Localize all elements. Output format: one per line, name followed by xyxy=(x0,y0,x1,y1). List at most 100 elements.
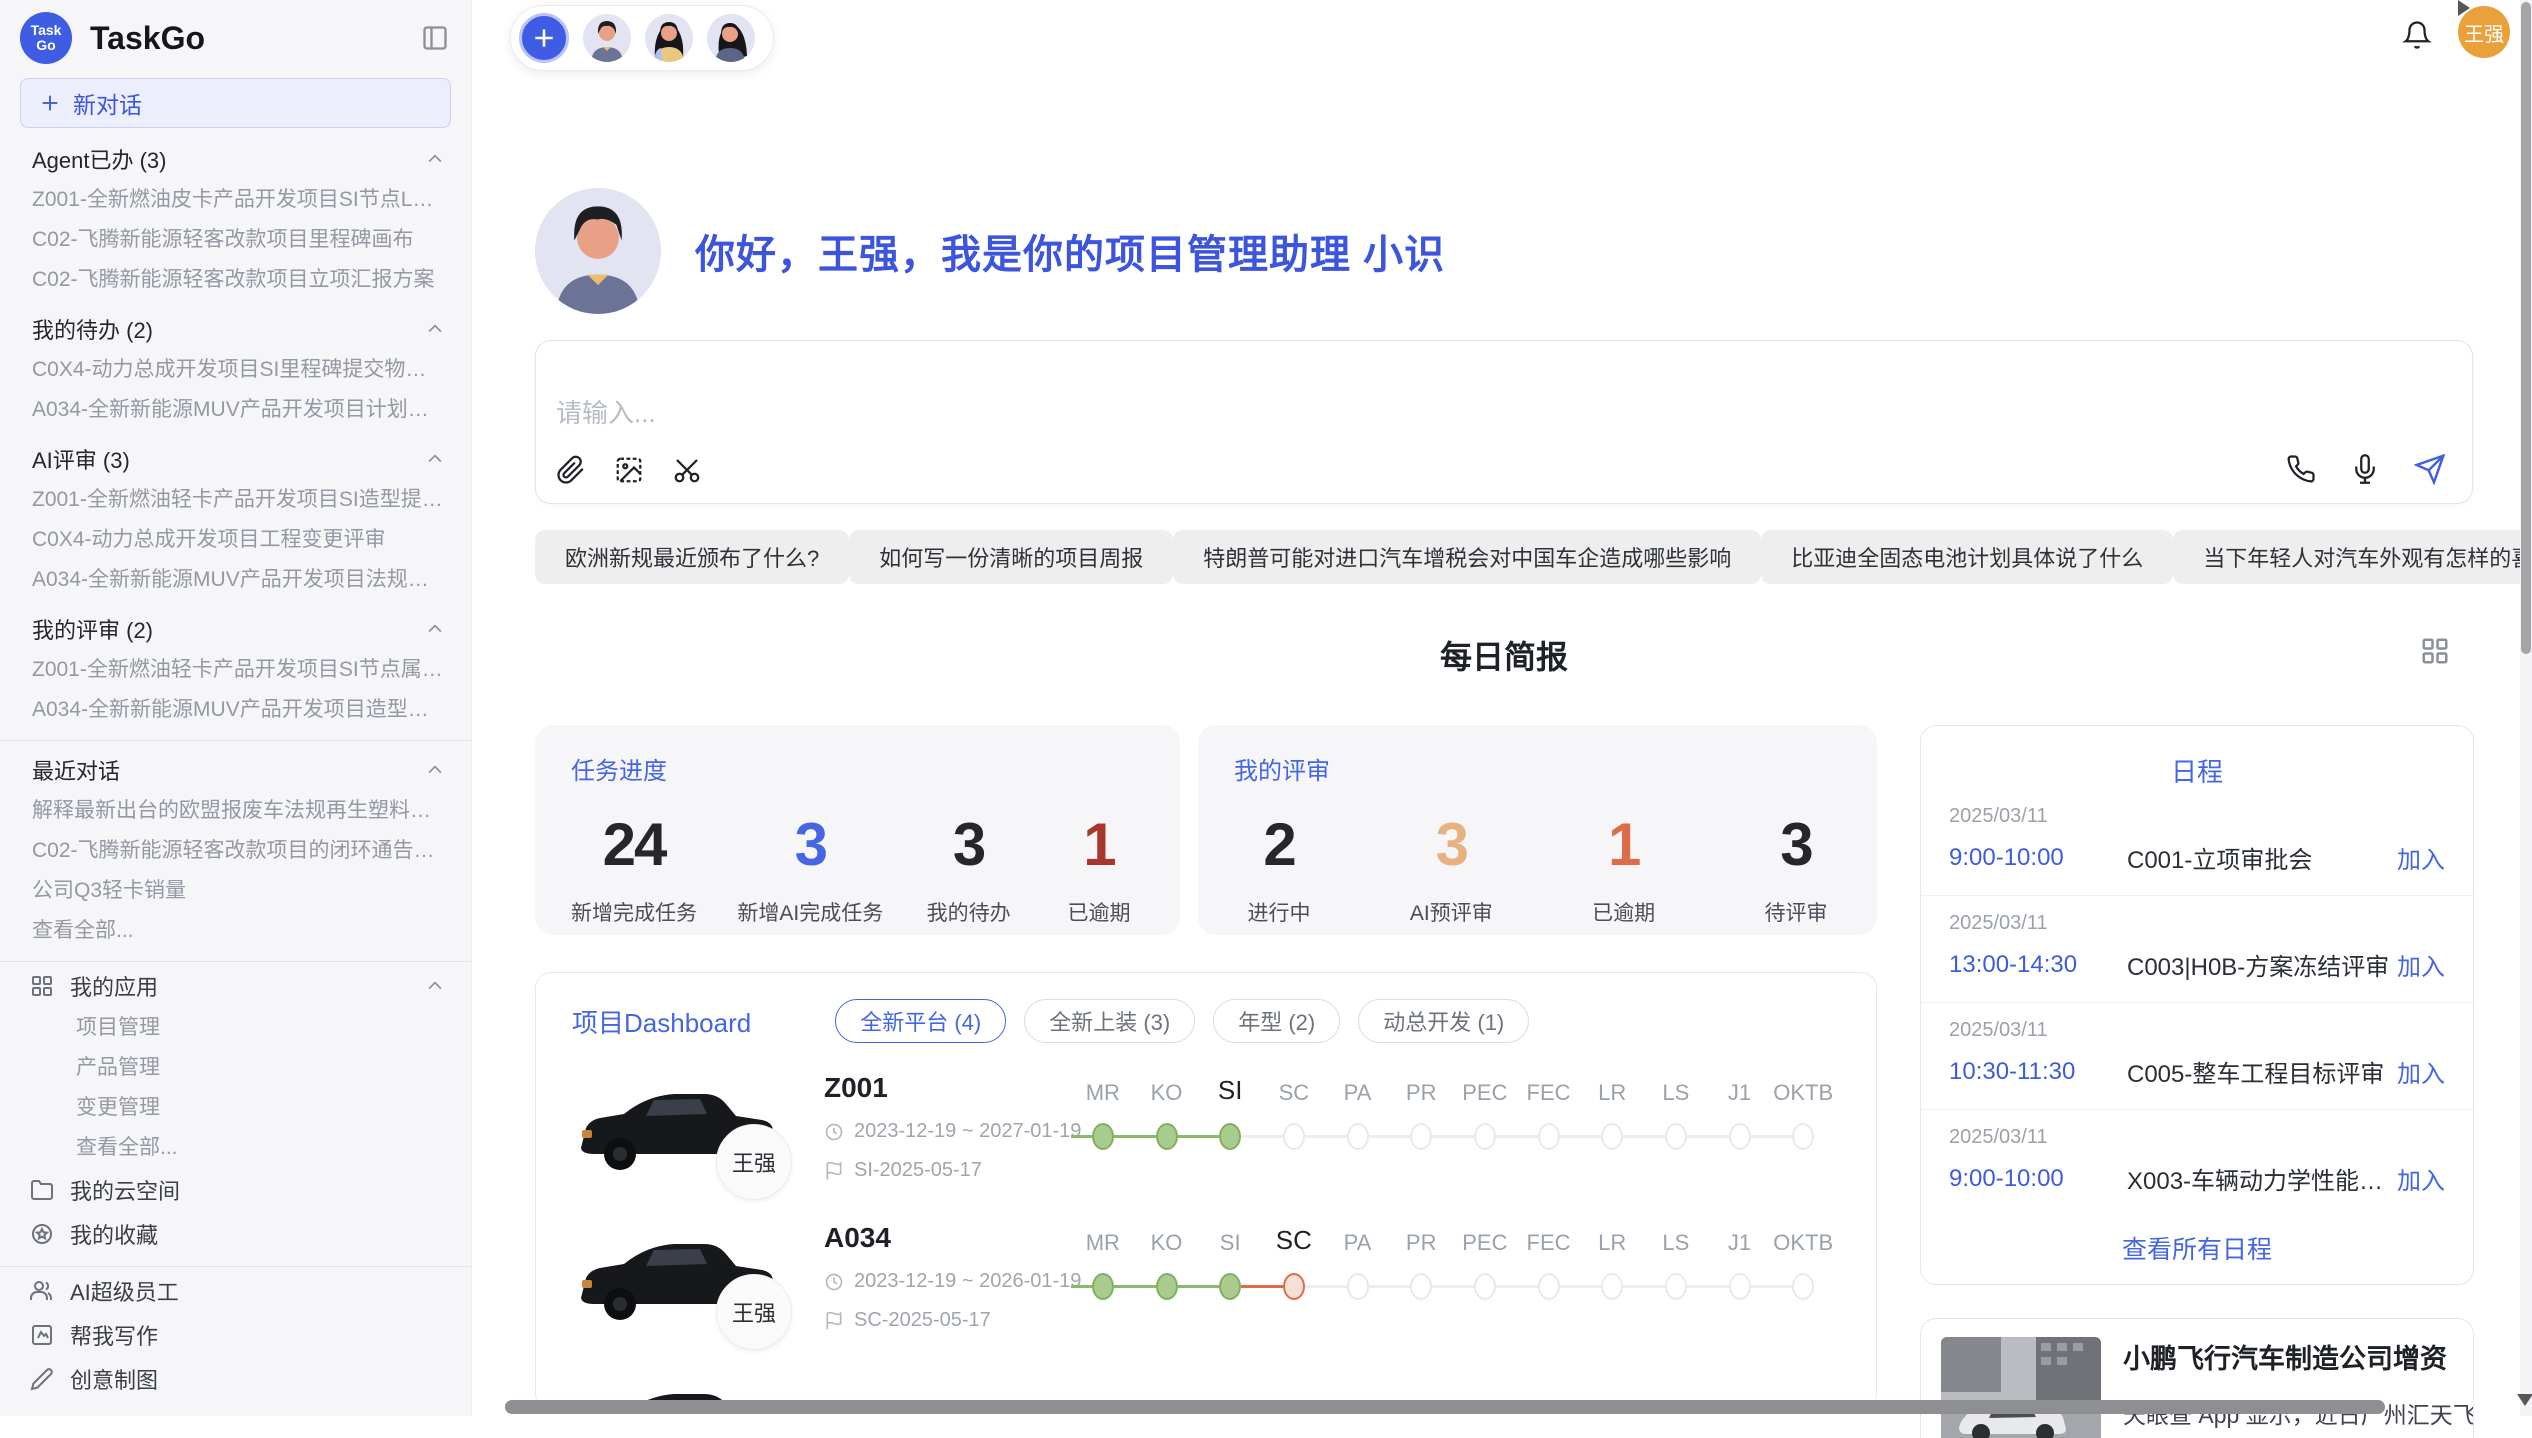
my-favorites-row[interactable]: 我的收藏 xyxy=(0,1212,471,1256)
sidebar-task-item[interactable]: C0X4-动力总成开发项目SI里程碑提交物检查 xyxy=(0,350,471,390)
member-avatar-1[interactable] xyxy=(583,14,631,62)
chevron-up-icon[interactable] xyxy=(425,149,445,169)
event-join-link[interactable]: 加入 xyxy=(2397,1161,2445,1196)
chevron-up-icon[interactable] xyxy=(425,619,445,639)
suggestion-chip[interactable]: 当下年轻人对汽车外观有怎样的喜好趋势 xyxy=(2173,530,2532,584)
milestone-label: SI xyxy=(1198,1222,1262,1266)
plus-icon xyxy=(531,25,557,51)
briefing-layout-icon[interactable] xyxy=(2420,636,2450,666)
sidebar-task-item[interactable]: A034-全新新能源MUV产品开发项目法规符合性评审 xyxy=(0,560,471,600)
suggestion-chip[interactable]: 如何写一份清晰的项目周报 xyxy=(849,530,1173,584)
event-join-link[interactable]: 加入 xyxy=(2397,1054,2445,1089)
phone-icon[interactable] xyxy=(2286,454,2316,484)
filter-tab[interactable]: 动总开发 (1) xyxy=(1358,999,1529,1043)
horizontal-scrollbar[interactable] xyxy=(505,1400,2480,1414)
sidebar-section-my-todo: 我的待办 (2) C0X4-动力总成开发项目SI里程碑提交物检查A034-全新新… xyxy=(0,308,471,430)
milestone-label: PR xyxy=(1389,1072,1453,1116)
sidebar-task-item[interactable]: Z001-全新燃油轻卡产品开发项目SI造型提交物评审 xyxy=(0,480,471,520)
help-me-write-row[interactable]: 帮我写作 xyxy=(0,1313,471,1357)
app-item[interactable]: 产品管理 xyxy=(0,1048,471,1088)
paperclip-icon[interactable] xyxy=(556,455,586,485)
milestone-label: PEC xyxy=(1453,1072,1517,1116)
chevron-up-icon[interactable] xyxy=(425,319,445,339)
section-header[interactable]: 最近对话 xyxy=(0,749,471,791)
horizontal-scrollbar-thumb[interactable] xyxy=(505,1400,2385,1414)
image-icon[interactable] xyxy=(614,455,644,485)
vertical-scrollbar-thumb[interactable] xyxy=(2521,2,2531,654)
creative-drawing-row[interactable]: 创意制图 xyxy=(0,1357,471,1401)
suggestion-chip[interactable]: 比亚迪全固态电池计划具体说了什么 xyxy=(1761,530,2173,584)
microphone-icon[interactable] xyxy=(2350,454,2380,484)
sidebar-task-item[interactable]: Z001-全新燃油皮卡产品开发项目SI节点Lesson Learn报告 xyxy=(0,180,471,220)
milestone: J1 xyxy=(1708,1072,1772,1156)
stat-block: 24 新增完成任务 xyxy=(571,810,697,927)
stat-block: 3 待评审 xyxy=(1751,810,1841,927)
filter-tab[interactable]: 全新上装 (3) xyxy=(1024,999,1195,1043)
milestone-label: FEC xyxy=(1517,1222,1581,1266)
recent-chat-item[interactable]: 查看全部... xyxy=(0,911,471,951)
sidebar-task-item[interactable]: Z001-全新燃油轻卡产品开发项目SI节点属性5D文件评审 xyxy=(0,650,471,690)
add-member-button[interactable] xyxy=(519,13,569,63)
filter-tab[interactable]: 全新平台 (4) xyxy=(835,999,1006,1043)
recent-chat-item[interactable]: 解释最新出台的欧盟报废车法规再生塑料比例被调至15%... xyxy=(0,791,471,831)
project-code: A034 xyxy=(824,1222,1081,1254)
sidebar-task-item[interactable]: C02-飞腾新能源轻客改款项目里程碑画布 xyxy=(0,220,471,260)
milestone: KO xyxy=(1135,1072,1199,1156)
event-name: X003-车辆动力学性能验... xyxy=(2127,1161,2397,1196)
stat-value: 2 xyxy=(1234,810,1324,879)
ai-super-staff-row[interactable]: AI超级员工 xyxy=(0,1269,471,1313)
section-header[interactable]: AI评审 (3) xyxy=(0,438,471,480)
app-item[interactable]: 变更管理 xyxy=(0,1088,471,1128)
view-all-schedule-link[interactable]: 查看所有日程 xyxy=(1921,1230,2473,1266)
suggestion-chip[interactable]: 欧洲新规最近颁布了什么? xyxy=(535,530,849,584)
new-chat-button[interactable]: 新对话 xyxy=(20,78,451,128)
section-header[interactable]: 我的评审 (2) xyxy=(0,608,471,650)
event-join-link[interactable]: 加入 xyxy=(2397,840,2445,875)
vertical-scrollbar[interactable] xyxy=(2520,0,2532,1416)
stat-value: 3 xyxy=(1751,810,1841,879)
my-apps-row[interactable]: 我的应用 xyxy=(0,964,471,1008)
suggestion-chip[interactable]: 特朗普可能对进口汽车增税会对中国车企造成哪些影响 xyxy=(1173,530,1761,584)
scroll-right-arrow-icon[interactable] xyxy=(2458,0,2470,16)
filter-tab[interactable]: 年型 (2) xyxy=(1213,999,1340,1043)
milestone: PA xyxy=(1326,1222,1390,1306)
new-chat-label: 新对话 xyxy=(73,86,142,120)
member-avatar-2[interactable] xyxy=(645,14,693,62)
milestone: FEC xyxy=(1517,1222,1581,1306)
scissors-icon[interactable] xyxy=(672,455,702,485)
sidebar-collapse-icon[interactable] xyxy=(421,24,449,52)
recent-chat-item[interactable]: 公司Q3轻卡销量 xyxy=(0,871,471,911)
sidebar-task-item[interactable]: C0X4-动力总成开发项目工程变更评审 xyxy=(0,520,471,560)
event-join-link[interactable]: 加入 xyxy=(2397,947,2445,982)
divider xyxy=(0,961,471,962)
team-members-pill xyxy=(510,5,774,71)
greeting-text: 你好，王强，我是你的项目管理助理 小识 xyxy=(695,222,1445,280)
milestone: PEC xyxy=(1453,1072,1517,1156)
news-card[interactable]: 小鹏飞行汽车制造公司增资 天眼查 App 显示，近日广州汇天飞行汽... xyxy=(1920,1318,2474,1438)
my-cloud-row[interactable]: 我的云空间 xyxy=(0,1168,471,1212)
scroll-down-arrow-icon[interactable] xyxy=(2517,1394,2532,1406)
send-icon[interactable] xyxy=(2414,453,2446,485)
milestone: J1 xyxy=(1708,1222,1772,1306)
section-header[interactable]: 我的待办 (2) xyxy=(0,308,471,350)
chevron-up-icon[interactable] xyxy=(425,449,445,469)
sidebar-task-item[interactable]: A034-全新新能源MUV产品开发项目造型可行性评审 xyxy=(0,690,471,730)
stat-block: 3 我的待办 xyxy=(924,810,1014,927)
chevron-up-icon[interactable] xyxy=(425,760,445,780)
app-item[interactable]: 项目管理 xyxy=(0,1008,471,1048)
milestone-label: LR xyxy=(1580,1072,1644,1116)
project-row-z001[interactable]: 王强 Z001 2023-12-19 ~ 2027-01-19 SI-2025-… xyxy=(566,1066,1848,1216)
section-header[interactable]: Agent已办 (3) xyxy=(0,138,471,180)
recent-chat-item[interactable]: C02-飞腾新能源轻客改款项目的闭环通告反馈情况 xyxy=(0,831,471,871)
sidebar-task-item[interactable]: A034-全新新能源MUV产品开发项目计划变更表编写 xyxy=(0,390,471,430)
project-flag-date: SC-2025-05-17 xyxy=(824,1309,1081,1332)
chat-input-card[interactable]: 请输入... xyxy=(535,340,2473,504)
member-avatar-3[interactable] xyxy=(707,14,755,62)
app-item[interactable]: 查看全部... xyxy=(0,1128,471,1168)
milestone-dot xyxy=(1792,1273,1814,1300)
sidebar-task-item[interactable]: C02-飞腾新能源轻客改款项目立项汇报方案 xyxy=(0,260,471,300)
milestone-label: J1 xyxy=(1708,1072,1772,1116)
chevron-up-icon[interactable] xyxy=(425,976,445,996)
project-row-a034[interactable]: 王强 A034 2023-12-19 ~ 2026-01-19 SC-2025-… xyxy=(566,1216,1848,1366)
notification-bell-icon[interactable] xyxy=(2402,20,2432,50)
